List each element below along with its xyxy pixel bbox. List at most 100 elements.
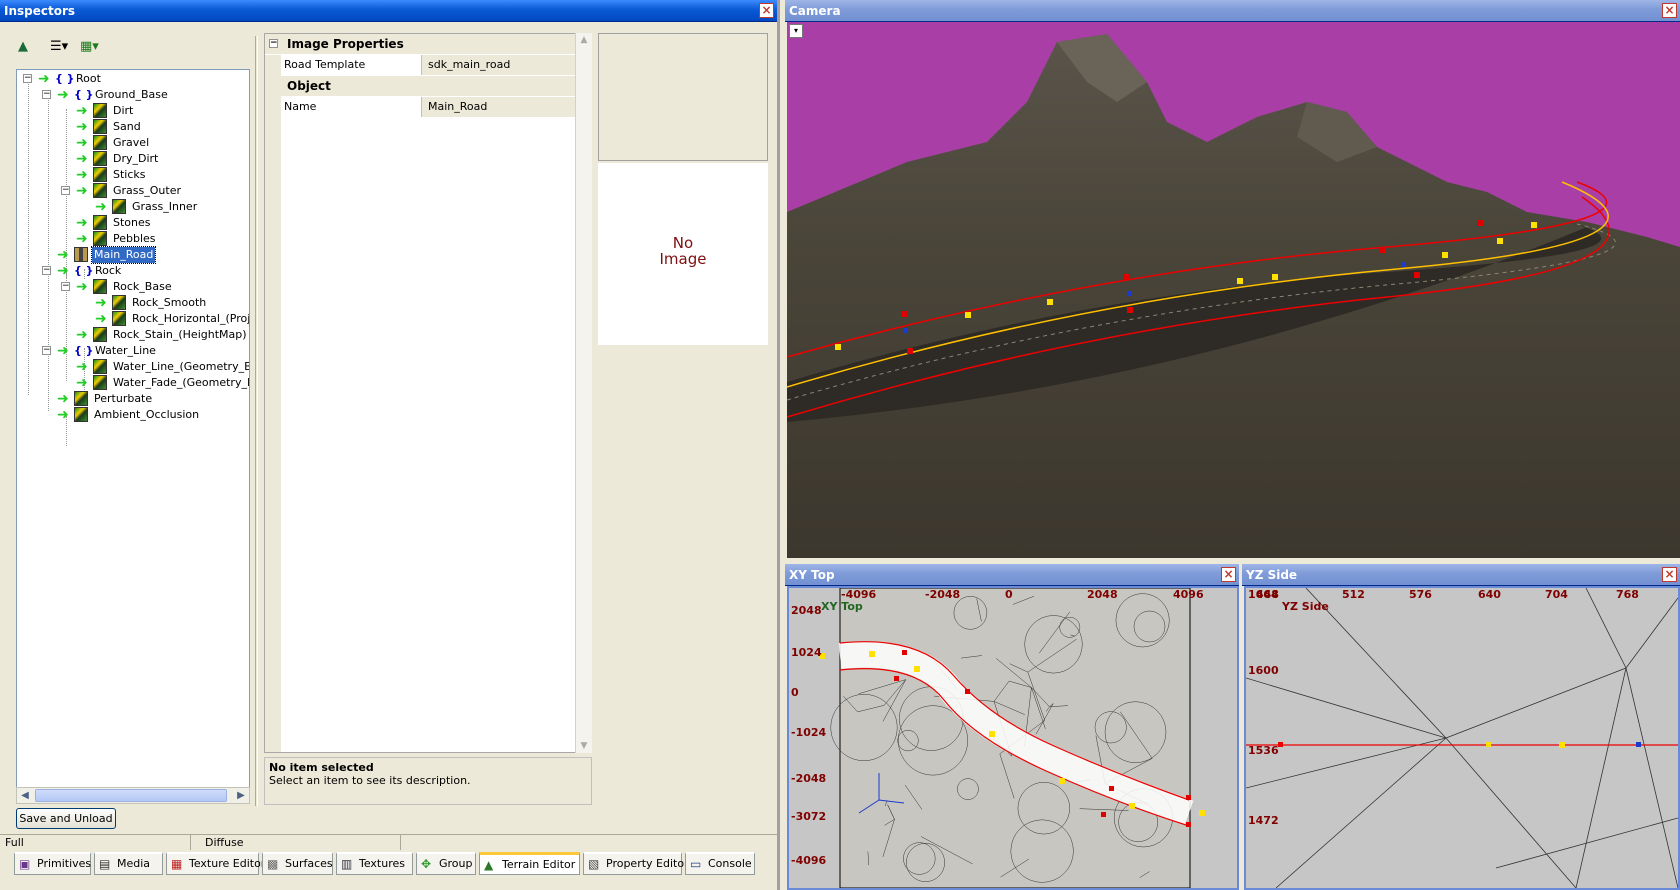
green-arrow-icon: ➜ <box>76 167 88 183</box>
tree-node-label: Water_Line <box>95 344 156 357</box>
tab-surfaces[interactable]: ▩ Surfaces <box>262 852 333 875</box>
tree-node[interactable]: ➜ Grass_Inner <box>17 199 249 215</box>
splitter[interactable] <box>255 36 258 806</box>
tree-node-label: Grass_Outer <box>113 184 181 197</box>
texture-tree[interactable]: − ➜{ } Root − ➜{ } Ground_Base ➜ Dirt ➜ Sand ➜ Grav… <box>16 69 250 803</box>
section-object[interactable]: − Object <box>265 76 577 96</box>
yz-x-tick: 448 <box>1256 588 1279 601</box>
tree-collapse-icon[interactable]: − <box>42 346 51 355</box>
xy-viewport[interactable]: XY Top -4096 -2048 0 2048 4096 2048 1024 0 -1024… <box>787 586 1239 890</box>
camera-viewport[interactable]: ▾ <box>787 22 1680 558</box>
collapse-icon[interactable]: − <box>269 39 278 48</box>
tree-node[interactable]: ➜ Dry_Dirt <box>17 151 249 167</box>
tree-node[interactable]: ➜ Sticks <box>17 167 249 183</box>
tree-node[interactable]: − ➜ Grass_Outer <box>17 183 249 199</box>
tab-label: Terrain Editor <box>502 858 576 871</box>
tree-collapse-icon[interactable]: − <box>61 282 70 291</box>
scroll-left-icon[interactable]: ◀ <box>17 788 33 803</box>
name-field[interactable]: Main_Road <box>422 97 577 117</box>
tree-node-label: Sand <box>113 120 141 133</box>
tree-node[interactable]: ➜ Main_Road <box>17 246 249 264</box>
tab-label: Property Editor <box>606 857 689 870</box>
texture-thumbnail-icon <box>93 279 107 294</box>
texture-thumbnail-icon <box>112 199 126 214</box>
scroll-up-icon[interactable]: ▲ <box>576 33 592 47</box>
layers-dropdown-icon[interactable]: ☰▾ <box>50 38 68 56</box>
description-panel: No item selected Select an item to see i… <box>264 757 592 805</box>
scroll-right-icon[interactable]: ▶ <box>233 788 249 803</box>
xy-title: XY Top <box>789 568 835 582</box>
xy-y-tick: 1024 <box>791 646 822 659</box>
texture-editor-icon: ▦ <box>171 857 183 871</box>
texture-dropdown-icon[interactable]: ▦▾ <box>80 38 99 56</box>
tab-property-editor[interactable]: ▧ Property Editor <box>583 852 689 875</box>
tab-label: Primitives <box>37 857 92 870</box>
tree-node-label: Gravel <box>113 136 150 149</box>
scroll-thumb[interactable] <box>35 789 227 802</box>
tree-node[interactable]: ➜ Perturbate <box>17 391 249 407</box>
green-arrow-icon: ➜ <box>57 247 69 263</box>
tree-node[interactable]: ➜ Sand <box>17 119 249 135</box>
save-and-unload-button[interactable]: Save and Unload <box>16 808 116 829</box>
terrain-icon[interactable]: ▲ <box>18 38 28 56</box>
inspectors-close-icon[interactable]: × <box>759 3 774 18</box>
tab-primitives[interactable]: ▣ Primitives <box>14 852 91 875</box>
green-arrow-icon: ➜ <box>95 199 107 215</box>
road-icon <box>74 247 88 262</box>
scroll-down-icon[interactable]: ▼ <box>576 739 592 753</box>
tree-node[interactable]: ➜ Rock_Horizontal_(Projec <box>17 311 249 327</box>
yz-y-tick: 1600 <box>1248 664 1279 677</box>
tree-node[interactable]: ➜ Gravel <box>17 135 249 151</box>
tree-node[interactable]: − ➜ { } Rock <box>17 263 249 279</box>
preview-frame <box>598 33 768 161</box>
tree-collapse-icon[interactable]: − <box>23 74 32 83</box>
tree-node[interactable]: − ➜ { } Root <box>17 71 249 87</box>
bottom-tab-bar: ▣ Primitives ▤ Media ▦ Texture Editor ▩ Surface… <box>14 852 778 876</box>
tree-node-label: Perturbate <box>94 392 153 405</box>
texture-thumbnail-icon <box>93 231 107 246</box>
xy-close-icon[interactable]: × <box>1221 567 1236 582</box>
grid-gutter <box>265 55 281 752</box>
tree-node-label: Water_Line_(Geometry_Bas <box>113 360 250 373</box>
tree-node-label: Water_Fade_(Geometry_Ba <box>113 376 250 389</box>
property-row-name[interactable]: Name Main_Road <box>281 97 577 117</box>
tree-node[interactable]: ➜ Ambient_Occlusion <box>17 407 249 423</box>
tree-node[interactable]: ➜ Water_Line_(Geometry_Bas <box>17 359 249 375</box>
camera-window: Camera × ▾ <box>785 0 1680 559</box>
tree-node-label: Sticks <box>113 168 146 181</box>
description-text: Select an item to see its description. <box>269 774 471 787</box>
tree-collapse-icon[interactable]: − <box>42 90 51 99</box>
tree-collapse-icon[interactable]: − <box>42 266 51 275</box>
yz-close-icon[interactable]: × <box>1662 567 1677 582</box>
tree-node[interactable]: ➜ Rock_Stain_(HeightMap) <box>17 327 249 343</box>
tree-node[interactable]: − ➜ Rock_Base <box>17 279 249 295</box>
green-arrow-icon: ➜ <box>95 295 107 311</box>
road-template-field[interactable]: sdk_main_road <box>422 55 577 75</box>
tree-node[interactable]: ➜ Water_Fade_(Geometry_Ba <box>17 375 249 391</box>
green-arrow-icon: ➜ <box>76 183 88 199</box>
tab-console[interactable]: ▭ Console <box>685 852 755 875</box>
yz-viewport[interactable]: YZ Side 1664 448 512 576 640 704 768 1600 1536 1… <box>1244 586 1680 890</box>
tree-node[interactable]: − ➜ { } Ground_Base <box>17 87 249 103</box>
tree-node[interactable]: ➜ Dirt <box>17 103 249 119</box>
tree-node[interactable]: ➜ Pebbles <box>17 231 249 247</box>
tab-terrain-editor[interactable]: ▲ Terrain Editor <box>479 852 580 875</box>
tab-texture-editor[interactable]: ▦ Texture Editor <box>166 852 265 875</box>
tab-textures[interactable]: ▥ Textures <box>336 852 413 875</box>
property-row-road-template[interactable]: Road Template sdk_main_road <box>281 55 577 75</box>
tree-collapse-icon[interactable]: − <box>61 186 70 195</box>
tab-media[interactable]: ▤ Media <box>94 852 163 875</box>
xy-y-tick: -1024 <box>791 726 827 739</box>
green-arrow-icon: ➜ <box>95 311 107 327</box>
property-vertical-scrollbar[interactable]: ▲ ▼ <box>575 33 592 753</box>
green-arrow-icon: ➜ <box>57 391 69 407</box>
tree-node[interactable]: − ➜ { } Water_Line <box>17 343 249 359</box>
tree-node[interactable]: ➜ Stones <box>17 215 249 231</box>
camera-close-icon[interactable]: × <box>1662 3 1677 18</box>
tree-node[interactable]: ➜ Rock_Smooth <box>17 295 249 311</box>
section-image-properties[interactable]: − Image Properties <box>265 34 577 54</box>
tree-horizontal-scrollbar[interactable]: ◀ ▶ <box>16 787 250 804</box>
tab-group[interactable]: ✥ Group <box>416 852 476 875</box>
camera-menu-icon[interactable]: ▾ <box>789 24 803 38</box>
green-arrow-icon: ➜ <box>57 343 69 359</box>
